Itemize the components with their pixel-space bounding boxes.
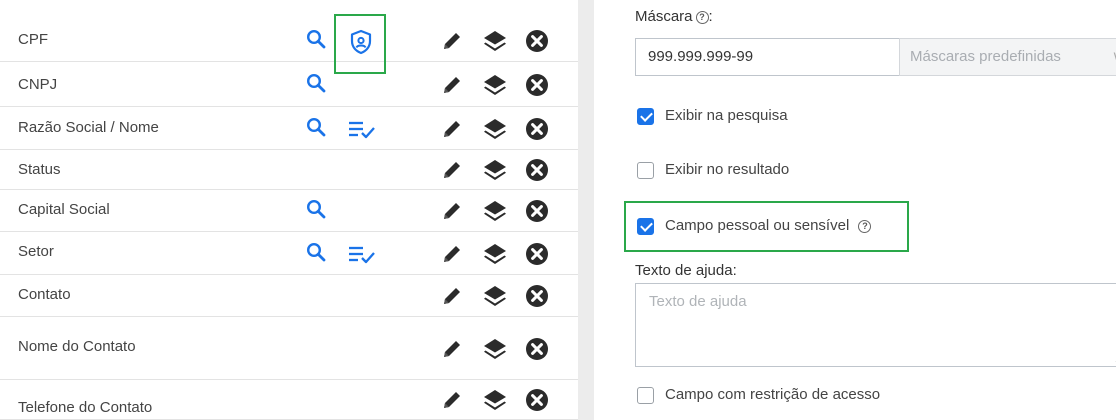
layers-icon[interactable]	[482, 388, 508, 412]
remove-circle-icon[interactable]	[525, 73, 549, 97]
remove-circle-icon[interactable]	[525, 199, 549, 223]
restricted-access-label: Campo com restrição de acesso	[665, 386, 881, 403]
mask-label-text: Máscara	[635, 8, 693, 25]
field-row[interactable]: Razão Social / Nome	[0, 107, 578, 150]
show-in-search-label: Exibir na pesquisa	[665, 107, 788, 124]
field-label: Capital Social	[18, 201, 110, 218]
help-text-label: Texto de ajuda:	[635, 262, 737, 279]
field-row[interactable]: Telefone do Contato	[0, 380, 578, 420]
field-row[interactable]: Nome do Contato	[0, 317, 578, 380]
field-label: Contato	[18, 286, 71, 303]
layers-icon[interactable]	[482, 117, 508, 141]
remove-circle-icon[interactable]	[525, 337, 549, 361]
pencil-icon[interactable]	[440, 199, 464, 223]
field-label: Telefone do Contato	[18, 399, 153, 416]
mask-input[interactable]: 999.999.999-99	[635, 38, 899, 76]
field-label: CPF	[18, 31, 48, 48]
pencil-icon[interactable]	[440, 388, 464, 412]
show-in-result-label: Exibir no resultado	[665, 161, 790, 178]
layers-icon[interactable]	[482, 284, 508, 308]
pencil-icon[interactable]	[440, 117, 464, 141]
remove-circle-icon[interactable]	[525, 388, 549, 412]
field-row[interactable]: CPF	[0, 19, 578, 62]
search-icon[interactable]	[306, 242, 326, 262]
field-row[interactable]: Contato	[0, 275, 578, 317]
sensitive-field-checkbox[interactable]	[637, 218, 654, 235]
panel-divider[interactable]	[578, 0, 594, 420]
field-label: Setor	[18, 243, 54, 260]
mask-label-suffix: :	[708, 8, 713, 25]
field-label: Razão Social / Nome	[18, 119, 159, 136]
field-label: Status	[18, 161, 61, 178]
search-icon[interactable]	[306, 29, 326, 49]
layers-icon[interactable]	[482, 199, 508, 223]
list-check-icon[interactable]	[348, 245, 376, 265]
help-icon[interactable]: ?	[858, 220, 872, 233]
sensitive-field-label-text: Campo pessoal ou sensível	[665, 217, 850, 234]
layers-icon[interactable]	[482, 29, 508, 53]
field-list-panel: CPF CNPJ Razão Social / Nome Status Capital …	[0, 0, 578, 420]
field-label: Nome do Contato	[18, 338, 136, 355]
layers-icon[interactable]	[482, 337, 508, 361]
remove-circle-icon[interactable]	[525, 158, 549, 182]
layers-icon[interactable]	[482, 242, 508, 266]
help-text-placeholder: Texto de ajuda	[649, 293, 747, 310]
remove-circle-icon[interactable]	[525, 242, 549, 266]
help-text-textarea[interactable]: Texto de ajuda	[635, 283, 1116, 367]
remove-circle-icon[interactable]	[525, 284, 549, 308]
layers-icon[interactable]	[482, 158, 508, 182]
mask-preset-placeholder: Máscaras predefinidas	[910, 48, 1061, 65]
field-row[interactable]: Capital Social	[0, 190, 578, 232]
show-in-result-checkbox[interactable]	[637, 162, 654, 179]
field-settings-panel: Máscara?: 999.999.999-99 Máscaras predef…	[594, 0, 1116, 420]
mask-label: Máscara?:	[635, 8, 713, 25]
layers-icon[interactable]	[482, 73, 508, 97]
search-icon[interactable]	[306, 73, 326, 93]
remove-circle-icon[interactable]	[525, 117, 549, 141]
pencil-icon[interactable]	[440, 73, 464, 97]
mask-preset-select[interactable]: Máscaras predefinidas ∨	[899, 38, 1116, 76]
field-row[interactable]: Setor	[0, 232, 578, 275]
pencil-icon[interactable]	[440, 158, 464, 182]
field-row[interactable]: CNPJ	[0, 62, 578, 107]
pencil-icon[interactable]	[440, 284, 464, 308]
chevron-down-icon: ∨	[1112, 48, 1116, 64]
search-icon[interactable]	[306, 199, 326, 219]
sensitive-field-label: Campo pessoal ou sensível ?	[665, 217, 872, 234]
field-row[interactable]: Status	[0, 150, 578, 190]
pencil-icon[interactable]	[440, 29, 464, 53]
pencil-icon[interactable]	[440, 242, 464, 266]
shield-highlight	[334, 14, 386, 74]
field-label: CNPJ	[18, 76, 58, 93]
list-check-icon[interactable]	[348, 120, 376, 140]
restricted-access-checkbox[interactable]	[637, 387, 654, 404]
pencil-icon[interactable]	[440, 337, 464, 361]
help-icon[interactable]: ?	[695, 11, 709, 24]
show-in-search-checkbox[interactable]	[637, 108, 654, 125]
search-icon[interactable]	[306, 117, 326, 137]
remove-circle-icon[interactable]	[525, 29, 549, 53]
